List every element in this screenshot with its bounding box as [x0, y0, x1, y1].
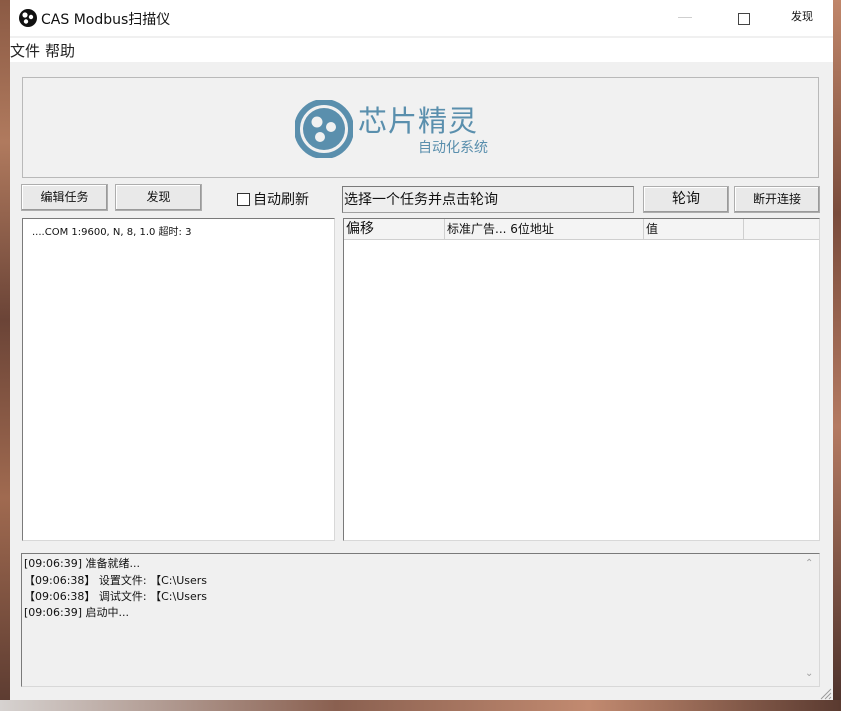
task-list: ....COM 1:9600, N, 8, 1.0 超时: 3 — [22, 218, 335, 541]
task-item[interactable]: ....COM 1:9600, N, 8, 1.0 超时: 3 — [32, 223, 191, 238]
window-title: CAS Modbus扫描仪 — [41, 12, 171, 28]
column-header-address[interactable]: 标准广告... 6位地址 — [445, 219, 644, 239]
desktop-background-bottom — [0, 700, 841, 711]
discover-button[interactable]: 发现 — [115, 184, 202, 211]
edit-task-button[interactable]: 编辑任务 — [21, 184, 108, 211]
column-header-extra[interactable] — [744, 219, 819, 239]
log-line: 【09:06:38】 设置文件: 【C:\Users — [24, 574, 207, 587]
titlebar-discover-label[interactable]: 发现 — [791, 8, 813, 24]
chip-logo-icon — [295, 100, 353, 158]
log-output: [09:06:39] 准备就绪... 【09:06:38】 设置文件: 【C:\… — [21, 553, 820, 687]
log-line: [09:06:39] 准备就绪... — [24, 557, 140, 570]
desktop-background-right — [833, 0, 841, 711]
log-line: 【09:06:38】 调试文件: 【C:\Users — [24, 590, 207, 603]
status-prompt: 选择一个任务并点击轮询 — [342, 186, 634, 213]
banner-title: 芯片精灵 — [358, 104, 479, 138]
scroll-up-icon[interactable]: ⌃ — [805, 558, 813, 569]
table-header: 偏移 标准广告... 6位地址 值 — [344, 219, 819, 240]
auto-refresh-label: 自动刷新 — [253, 192, 309, 208]
desktop-background-left — [0, 0, 10, 711]
log-scrollbar[interactable]: ⌃ ⌄ — [801, 554, 819, 686]
auto-refresh-checkbox[interactable] — [237, 193, 250, 206]
banner-subtitle: 自动化系统 — [418, 140, 488, 156]
app-logo-icon — [19, 9, 37, 27]
menu-file[interactable]: 文件 — [10, 40, 40, 61]
logo-banner: 芯片精灵 自动化系统 — [22, 77, 819, 178]
title-bar[interactable]: CAS Modbus扫描仪 发现 — [10, 0, 833, 36]
menu-help[interactable]: 帮助 — [45, 40, 75, 61]
app-window: CAS Modbus扫描仪 发现 文件 帮助 芯片精灵 自动化系统 编辑任务 发… — [10, 0, 833, 700]
resize-grip-icon[interactable] — [818, 686, 832, 700]
column-header-offset[interactable]: 偏移 — [344, 219, 445, 239]
maximize-button[interactable] — [738, 13, 750, 25]
menu-bar: 文件 帮助 — [10, 38, 833, 62]
disconnect-button[interactable]: 断开连接 — [734, 186, 820, 213]
status-prompt-text: 选择一个任务并点击轮询 — [344, 192, 498, 208]
scroll-down-icon[interactable]: ⌄ — [805, 668, 813, 679]
minimize-button[interactable] — [678, 17, 692, 18]
poll-button[interactable]: 轮询 — [643, 186, 729, 213]
log-line: [09:06:39] 启动中... — [24, 606, 129, 619]
column-header-value[interactable]: 值 — [644, 219, 744, 239]
register-table: 偏移 标准广告... 6位地址 值 — [343, 218, 820, 541]
